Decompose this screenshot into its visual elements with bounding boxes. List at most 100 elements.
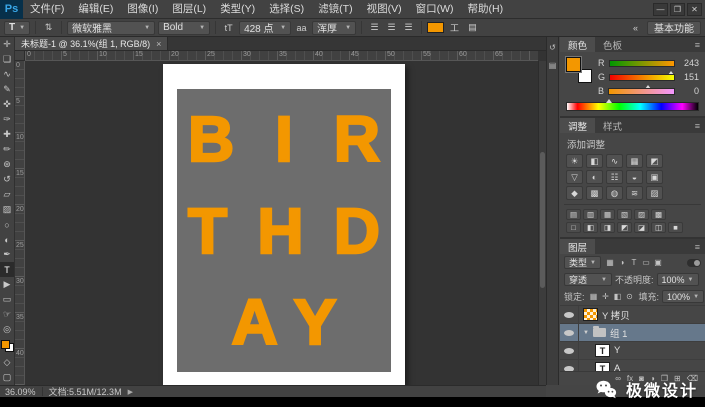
healing-brush-tool[interactable]: ✚ xyxy=(0,127,14,142)
preset-icon[interactable]: ▨ xyxy=(634,209,649,220)
layer-name[interactable]: Y 拷贝 xyxy=(602,308,630,322)
tab-adjustments[interactable]: 调整 xyxy=(560,118,596,133)
close-tab-icon[interactable]: × xyxy=(156,39,161,49)
filter-kind-icon[interactable]: ▭ xyxy=(640,258,652,267)
adjustment-icon[interactable]: ▦ xyxy=(626,154,643,168)
layer-name[interactable]: 组 1 xyxy=(610,326,627,340)
preset-icon[interactable]: ◫ xyxy=(651,222,666,233)
hand-tool[interactable]: ☞ xyxy=(0,307,14,322)
layer-row[interactable]: Y 拷贝 xyxy=(560,306,705,324)
channel-value[interactable]: 243 xyxy=(679,58,699,68)
preset-icon[interactable]: ▤ xyxy=(566,209,581,220)
menu-item-10[interactable]: 帮助(H) xyxy=(461,0,511,19)
channel-value[interactable]: 151 xyxy=(679,72,699,82)
close-button[interactable]: ✕ xyxy=(687,2,702,16)
preset-icon[interactable]: ◨ xyxy=(600,222,615,233)
horizontal-ruler[interactable]: 0 5 10 15 20 25 30 35 40 45 50 55 60 65 xyxy=(25,51,538,61)
tab-layers[interactable]: 图层 xyxy=(560,239,596,254)
preset-icon[interactable]: ■ xyxy=(668,222,683,233)
adjustment-icon[interactable]: ▽ xyxy=(566,170,583,184)
align-right-icon[interactable]: ☰ xyxy=(401,21,416,35)
quick-selection-tool[interactable]: ✎ xyxy=(0,82,14,97)
menu-item-3[interactable]: 图像(I) xyxy=(120,0,165,19)
filter-kind-icon[interactable]: ▦ xyxy=(604,258,616,267)
layer-row[interactable]: TY xyxy=(560,342,705,360)
panel-menu-icon[interactable]: ≡ xyxy=(690,239,705,254)
layer-row[interactable]: ▼ 组 1 xyxy=(560,324,705,342)
adjustment-icon[interactable]: ☀ xyxy=(566,154,583,168)
menu-item-9[interactable]: 窗口(W) xyxy=(409,0,461,19)
history-panel-icon[interactable]: ↺ xyxy=(549,43,556,52)
scrollbar-thumb[interactable] xyxy=(540,151,545,288)
filter-toggle[interactable] xyxy=(687,258,701,267)
visibility-toggle[interactable] xyxy=(560,324,579,341)
menu-item-4[interactable]: 图层(L) xyxy=(165,0,213,19)
preset-icon[interactable]: ◪ xyxy=(634,222,649,233)
screen-mode-icon[interactable]: ▢ xyxy=(0,370,14,385)
status-menu-arrow-icon[interactable]: ▶ xyxy=(128,388,133,396)
visibility-toggle[interactable] xyxy=(560,342,579,359)
foreground-color-swatch[interactable] xyxy=(565,56,582,73)
type-tool[interactable]: T xyxy=(0,262,14,277)
foreground-color-swatch[interactable] xyxy=(0,340,10,349)
channel-slider[interactable] xyxy=(606,87,675,103)
anti-alias-select[interactable]: 浑厚 ▼ xyxy=(312,20,357,35)
text-orientation-icon[interactable]: ⇅ xyxy=(41,21,56,35)
blur-tool[interactable]: ○ xyxy=(0,217,14,232)
menu-item-1[interactable]: 文件(F) xyxy=(23,0,71,19)
lock-icon[interactable]: ✛ xyxy=(600,292,612,301)
preset-icon[interactable]: ◩ xyxy=(617,222,632,233)
toggle-panels-icon[interactable]: ▤ xyxy=(465,21,480,35)
font-style-select[interactable]: Bold ▼ xyxy=(158,20,211,35)
lock-icon[interactable]: ⊙ xyxy=(624,292,636,301)
tab-color[interactable]: 颜色 xyxy=(560,37,596,52)
brush-tool[interactable]: ✏ xyxy=(0,142,14,157)
crop-tool[interactable]: ✜ xyxy=(0,97,14,112)
color-swatches[interactable] xyxy=(0,340,14,352)
expand-arrow-icon[interactable]: ▼ xyxy=(583,330,589,336)
adjustment-icon[interactable]: ◆ xyxy=(566,186,583,200)
collapse-icon[interactable]: « xyxy=(628,21,643,35)
filter-kind-icon[interactable]: ◑ xyxy=(616,258,628,267)
adjustment-icon[interactable]: ▩ xyxy=(586,186,603,200)
text-layer-thumbnail[interactable]: T xyxy=(595,362,610,371)
visibility-toggle[interactable] xyxy=(560,360,579,371)
preset-icon[interactable]: ▩ xyxy=(651,209,666,220)
preset-icon[interactable]: □ xyxy=(566,222,581,233)
document-viewport[interactable]: BIRTHDAY xyxy=(25,61,538,385)
properties-panel-icon[interactable]: ▤ xyxy=(549,61,557,70)
fill-select[interactable]: 100% ▼ xyxy=(662,290,705,303)
path-selection-tool[interactable]: ▶ xyxy=(0,277,14,292)
opacity-select[interactable]: 100% ▼ xyxy=(656,273,699,286)
tab-swatches[interactable]: 色板 xyxy=(595,37,630,52)
menu-item-7[interactable]: 滤镜(T) xyxy=(311,0,359,19)
preset-icon[interactable]: ▥ xyxy=(583,209,598,220)
text-layer-thumbnail[interactable]: T xyxy=(595,344,610,357)
pen-tool[interactable]: ✒ xyxy=(0,247,14,262)
font-family-select[interactable]: 微软雅黑 ▼ xyxy=(67,20,156,35)
adjustment-icon[interactable]: ◐ xyxy=(586,170,603,184)
move-tool[interactable]: ✛ xyxy=(0,37,14,52)
clone-stamp-tool[interactable]: ⊛ xyxy=(0,157,14,172)
layer-filter-select[interactable]: 类型 ▼ xyxy=(564,256,601,269)
layer-name[interactable]: A xyxy=(614,363,620,371)
document-tab[interactable]: 未标题-1 @ 36.1%(组 1, RGB/8) × xyxy=(15,37,169,50)
menu-item-5[interactable]: 类型(Y) xyxy=(213,0,262,19)
align-left-icon[interactable]: ☰ xyxy=(367,21,382,35)
adjustment-icon[interactable]: ≋ xyxy=(626,186,643,200)
adjustment-icon[interactable]: ◧ xyxy=(586,154,603,168)
tool-preset-picker[interactable]: T ▼ xyxy=(4,20,31,35)
font-size-select[interactable]: 428 点 ▼ xyxy=(239,20,292,35)
preset-icon[interactable]: ◧ xyxy=(583,222,598,233)
eyedropper-tool[interactable]: ✑ xyxy=(0,112,14,127)
history-brush-tool[interactable]: ↺ xyxy=(0,172,14,187)
adjustment-icon[interactable]: ◩ xyxy=(646,154,663,168)
restore-button[interactable]: ❐ xyxy=(670,2,685,16)
menu-item-6[interactable]: 选择(S) xyxy=(262,0,311,19)
align-center-icon[interactable]: ☰ xyxy=(384,21,399,35)
rectangle-tool[interactable]: ▭ xyxy=(0,292,14,307)
quick-mask-icon[interactable]: ◇ xyxy=(0,355,14,370)
adjustment-icon[interactable]: ◍ xyxy=(606,186,623,200)
document-page[interactable]: BIRTHDAY xyxy=(163,64,405,385)
lasso-tool[interactable]: ∿ xyxy=(0,67,14,82)
